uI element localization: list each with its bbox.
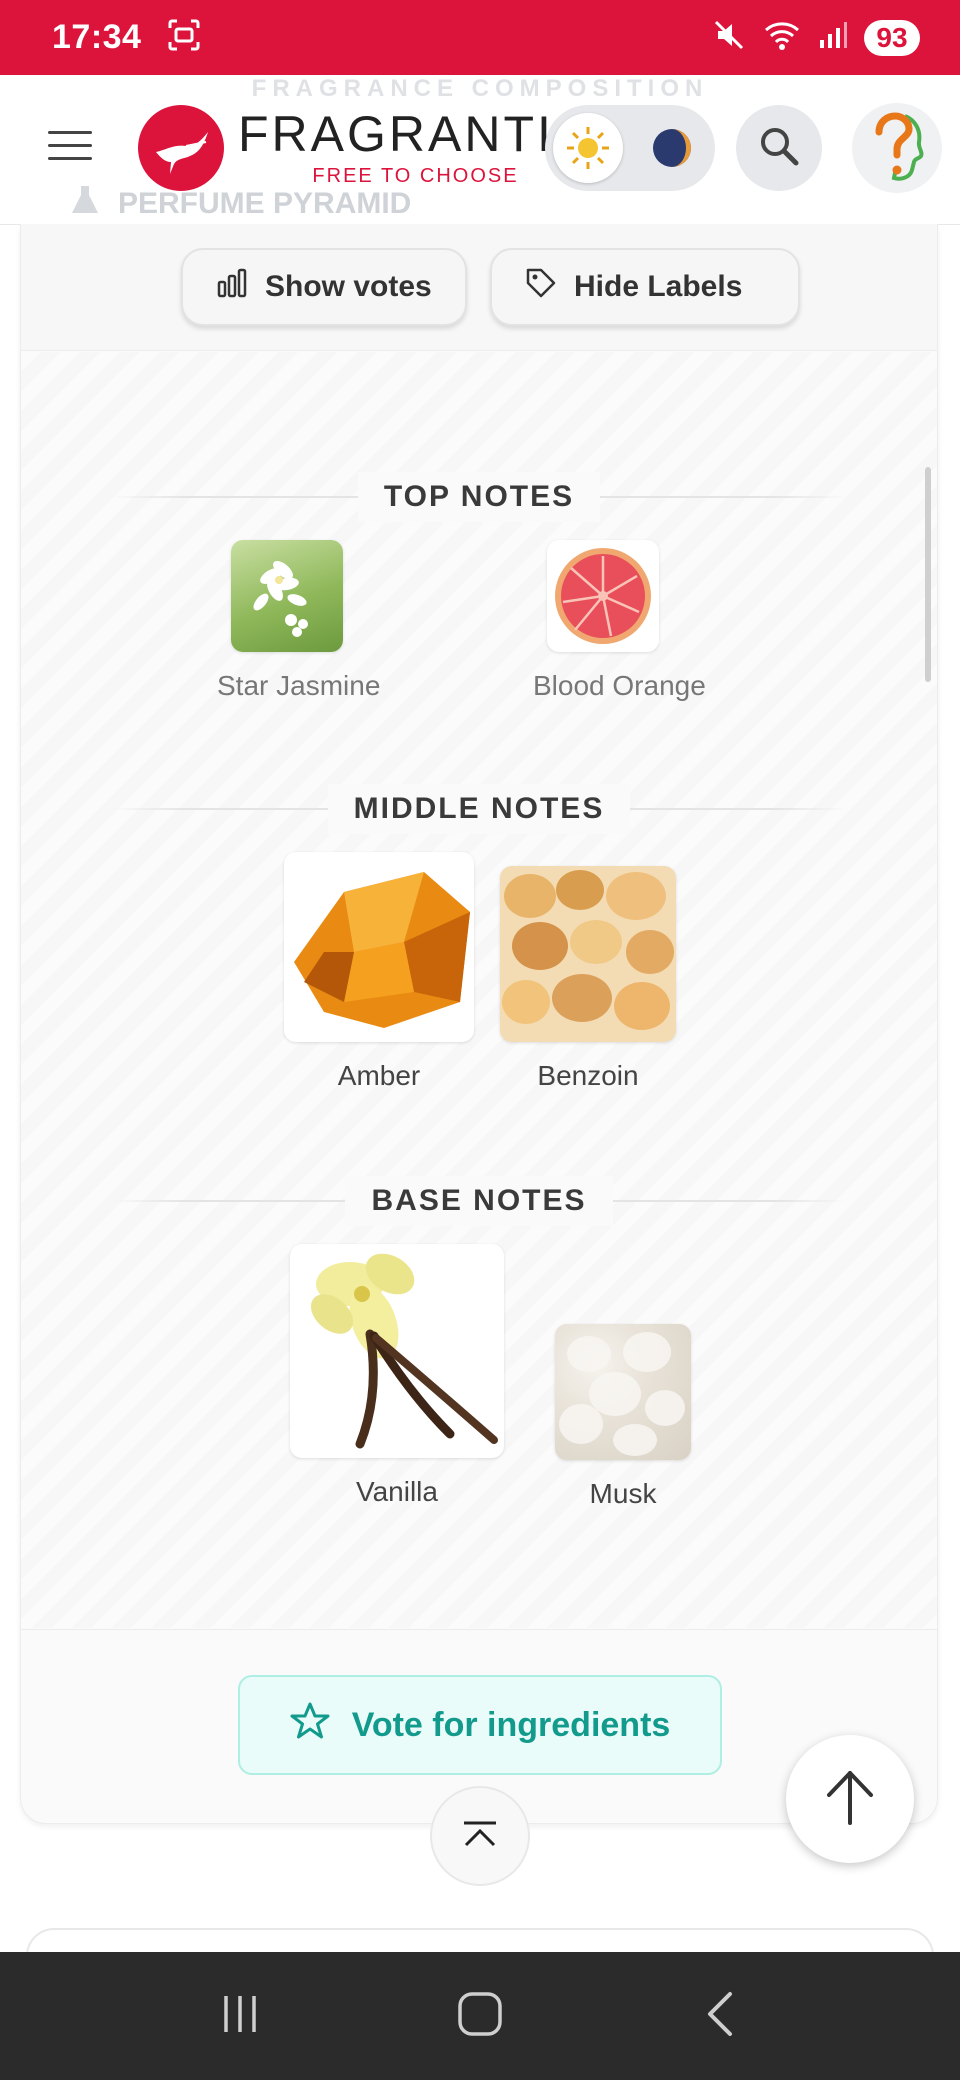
base-notes-heading: BASE NOTES: [345, 1176, 613, 1226]
middle-notes-section: MIDDLE NOTES: [21, 784, 937, 834]
search-icon: [757, 124, 801, 173]
hamburger-icon: [48, 131, 92, 134]
star-jasmine-image: [231, 540, 343, 652]
status-time: 17:34: [52, 18, 142, 56]
vanilla-image: [290, 1244, 504, 1458]
site-header: FRAGRANCE COMPOSITION PERFUME PYRAMID FR…: [0, 75, 960, 225]
note-amber[interactable]: Amber: [281, 852, 477, 1092]
home-icon: [456, 1990, 504, 2043]
search-button[interactable]: [736, 105, 822, 191]
signal-icon: [818, 18, 848, 57]
note-label: Amber: [337, 1060, 421, 1091]
ghost-pyramid-label: PERFUME PYRAMID: [118, 187, 412, 220]
note-label: Blood Orange: [533, 670, 706, 701]
mute-icon: [712, 18, 746, 57]
note-label: Musk: [589, 1478, 657, 1509]
back-icon: [700, 1990, 740, 2043]
system-navigation-bar: [0, 1952, 960, 2080]
theme-toggle[interactable]: [545, 105, 715, 191]
fragrance-composition-card: Show votes Hide Labels TOP NOTES Star Ja…: [20, 224, 938, 1824]
question-face-icon: [857, 106, 937, 191]
show-votes-label: Show votes: [265, 270, 432, 303]
note-label: Vanilla: [356, 1476, 438, 1507]
flask-icon: [68, 183, 102, 224]
tag-icon: [524, 266, 558, 308]
top-notes-heading: TOP NOTES: [357, 472, 601, 522]
note-benzoin[interactable]: Benzoin: [499, 866, 677, 1092]
moon-icon: [637, 113, 707, 183]
middle-notes-heading: MIDDLE NOTES: [327, 784, 631, 834]
note-vanilla[interactable]: Vanilla: [289, 1244, 505, 1508]
recents-icon: [218, 1992, 262, 2041]
hide-labels-button[interactable]: Hide Labels: [490, 248, 800, 326]
hummingbird-logo-icon: [138, 105, 224, 191]
note-label: Star Jasmine: [217, 670, 381, 701]
hide-labels-label: Hide Labels: [574, 270, 743, 303]
vote-for-ingredients-label: Vote for ingredients: [351, 1705, 671, 1744]
menu-button[interactable]: [48, 131, 92, 163]
show-votes-button[interactable]: Show votes: [181, 248, 467, 326]
ghost-section-title: FRAGRANCE COMPOSITION: [251, 75, 709, 102]
amber-image: [284, 852, 474, 1042]
star-icon: [290, 1701, 330, 1750]
scroll-to-top-button[interactable]: [786, 1735, 914, 1863]
logo-wordmark: FRAGRANTIC: [238, 105, 593, 162]
wifi-icon: [762, 18, 802, 57]
note-label: Benzoin: [537, 1060, 639, 1091]
note-star-jasmine[interactable]: Star Jasmine: [217, 540, 381, 702]
bar-chart-icon: [215, 266, 249, 308]
recent-apps-button[interactable]: [195, 1971, 285, 2061]
perfume-pyramid: TOP NOTES Star Jasmine Blood Orange MIDD…: [21, 352, 937, 1628]
home-button[interactable]: [435, 1971, 525, 2061]
top-notes-section: TOP NOTES: [21, 472, 937, 522]
benzoin-image: [500, 866, 676, 1042]
base-notes-section: BASE NOTES: [21, 1176, 937, 1226]
user-avatar[interactable]: [852, 103, 942, 193]
sun-icon: [553, 113, 623, 183]
battery-indicator: 93: [864, 19, 920, 56]
back-button[interactable]: [675, 1971, 765, 2061]
blood-orange-image: [547, 540, 659, 652]
note-blood-orange[interactable]: Blood Orange: [533, 540, 706, 702]
chevron-up-icon: [460, 1819, 500, 1854]
status-bar: 17:34 93: [0, 0, 960, 75]
note-musk[interactable]: Musk: [553, 1324, 693, 1510]
site-logo[interactable]: FRAGRANTIC FREE TO CHOOSE: [138, 105, 593, 191]
vote-for-ingredients-button[interactable]: Vote for ingredients: [238, 1675, 722, 1775]
logo-tagline: FREE TO CHOOSE: [312, 164, 519, 187]
screenshot-icon: [167, 18, 201, 57]
arrow-up-icon: [825, 1767, 875, 1832]
pyramid-controls: Show votes Hide Labels: [21, 224, 937, 351]
musk-image: [555, 1324, 691, 1460]
collapse-section-button[interactable]: [430, 1786, 530, 1886]
